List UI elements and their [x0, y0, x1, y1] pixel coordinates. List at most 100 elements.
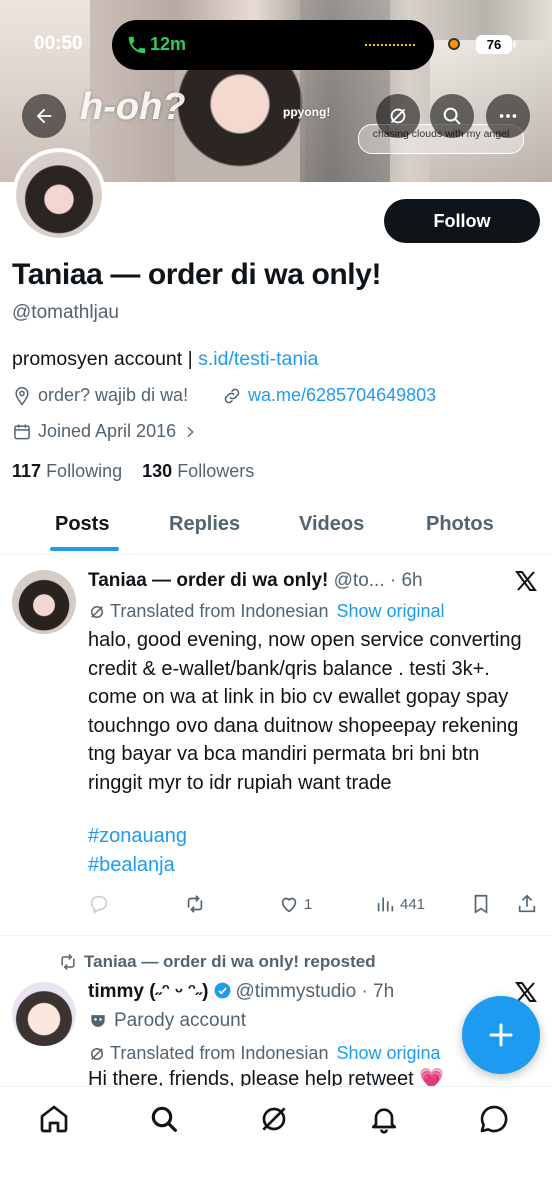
joined-text: Joined April 2016 [38, 421, 177, 441]
hashtag-link[interactable]: #bealanja [88, 854, 175, 877]
grok-button[interactable] [376, 94, 420, 138]
grok-icon [91, 605, 103, 618]
tweet-handle-time: @to... · 6h [328, 570, 423, 591]
website-link[interactable]: wa.me/6285704649803 [248, 385, 436, 406]
show-original-link[interactable]: Show original [336, 601, 444, 622]
views-button[interactable]: 441 [374, 893, 425, 915]
bio-link[interactable]: s.id/testi-tania [198, 348, 318, 370]
location-pin-icon [15, 386, 29, 405]
nav-grok[interactable] [258, 1103, 290, 1135]
chevron-right-icon [187, 426, 194, 437]
parody-text: Parody account [114, 1010, 247, 1031]
bio-text: promosyen account | [12, 348, 199, 370]
translated-label: Translated from Indonesian [110, 601, 329, 621]
share-button[interactable] [516, 893, 538, 915]
follow-button[interactable]: Follow [384, 199, 540, 243]
avatar-photo [16, 152, 102, 238]
tweet-author[interactable]: Taniaa — order di wa only! @to... · 6h [88, 570, 423, 592]
followers-label: Followers [177, 461, 255, 481]
following-count: 117 [12, 461, 42, 481]
verified-badge-icon [214, 982, 230, 999]
home-icon [40, 1105, 68, 1133]
nav-home[interactable] [38, 1103, 70, 1135]
show-original-link[interactable]: Show origina [336, 1043, 440, 1064]
translation-notice: Translated from Indonesian Show origina [88, 1043, 441, 1064]
recording-indicator-icon [448, 38, 460, 50]
nav-notifications[interactable] [368, 1103, 400, 1135]
tweet-author-name: timmy (˶ᵔ ᵕ ᵔ˶) [88, 981, 209, 1002]
repost-icon [187, 895, 203, 913]
hashtag-link[interactable]: #zonauang [88, 825, 187, 848]
followers-link[interactable]: 130 Followers [142, 461, 254, 481]
mask-icon [91, 1015, 105, 1027]
tweet-author[interactable]: timmy (˶ᵔ ᵕ ᵔ˶) @timmystudio · 7h [88, 981, 394, 1003]
message-icon [480, 1105, 508, 1133]
active-tab-indicator [50, 547, 119, 551]
back-button[interactable] [22, 94, 66, 138]
battery-tip [513, 41, 516, 48]
plus-icon [489, 1023, 513, 1047]
tab-replies[interactable]: Replies [169, 513, 240, 536]
translated-label: Translated from Indonesian [110, 1043, 329, 1063]
repost-icon [61, 953, 75, 971]
heart-icon [281, 897, 297, 913]
bookmark-icon [474, 894, 488, 914]
dynamic-island-call[interactable]: 12m [112, 20, 434, 70]
bookmark-button[interactable] [470, 893, 492, 915]
tweet-avatar[interactable] [12, 982, 76, 1046]
bell-icon [372, 1108, 396, 1134]
nav-messages[interactable] [478, 1103, 510, 1135]
tweet-handle-time: @timmystudio · 7h [235, 981, 395, 1002]
grok-icon [262, 1107, 286, 1131]
repost-indicator: Taniaa — order di wa only! reposted [58, 952, 376, 972]
translation-notice: Translated from Indonesian Show original [88, 601, 445, 622]
profile-avatar[interactable] [12, 148, 106, 242]
search-icon [443, 107, 461, 125]
link-icon [224, 388, 240, 403]
tweet-text: halo, good evening, now open service con… [88, 629, 522, 794]
arrow-left-icon [36, 108, 52, 124]
tweet-avatar[interactable] [12, 570, 76, 634]
repost-label: Taniaa — order di wa only! reposted [84, 952, 376, 971]
compose-button[interactable] [462, 996, 540, 1074]
calendar-icon [14, 424, 30, 439]
repost-button[interactable] [184, 893, 206, 915]
more-button[interactable] [486, 94, 530, 138]
tweet-divider [0, 935, 552, 936]
parody-label: Parody account [88, 1010, 246, 1032]
call-timer: 12m [150, 34, 187, 54]
reply-button[interactable] [88, 893, 110, 915]
following-link[interactable]: 117 Following [12, 461, 122, 481]
phone-icon [128, 36, 146, 54]
profile-handle: @tomathljau [12, 302, 119, 323]
tab-photos[interactable]: Photos [426, 513, 494, 536]
like-count: 1 [304, 895, 313, 913]
followers-count: 130 [142, 461, 173, 481]
views-count: 441 [400, 895, 426, 913]
search-icon [151, 1106, 177, 1132]
more-icon [499, 114, 517, 118]
tab-posts[interactable]: Posts [55, 513, 109, 536]
profile-joined: Joined April 2016 [12, 421, 204, 442]
bottom-navigation [0, 1086, 552, 1200]
tab-videos[interactable]: Videos [299, 513, 364, 536]
share-icon [518, 894, 536, 913]
reply-icon [90, 895, 108, 914]
nav-search[interactable] [148, 1103, 180, 1135]
battery-indicator: 76 [476, 35, 512, 54]
profile-website[interactable]: wa.me/6285704649803 [222, 385, 436, 406]
like-button[interactable]: 1 [278, 893, 312, 915]
x-logo-icon [515, 571, 537, 591]
location-text: order? wajib di wa! [38, 385, 189, 405]
tweet-author-name: Taniaa — order di wa only! [88, 570, 329, 591]
following-label: Following [46, 461, 123, 481]
profile-name: Taniaa — order di wa only! [12, 258, 382, 291]
follow-counts: 117 Following 130 Followers [12, 461, 254, 482]
banner-ppyong-text: ppyong! [283, 105, 331, 119]
profile-bio: promosyen account | s.id/testi-tania [12, 348, 318, 371]
tweet-actions: 1 441 [88, 893, 540, 919]
status-bar: 00:50 12m 76 [0, 0, 552, 90]
views-icon [377, 897, 394, 912]
search-button[interactable] [430, 94, 474, 138]
status-time: 00:50 [34, 33, 83, 54]
